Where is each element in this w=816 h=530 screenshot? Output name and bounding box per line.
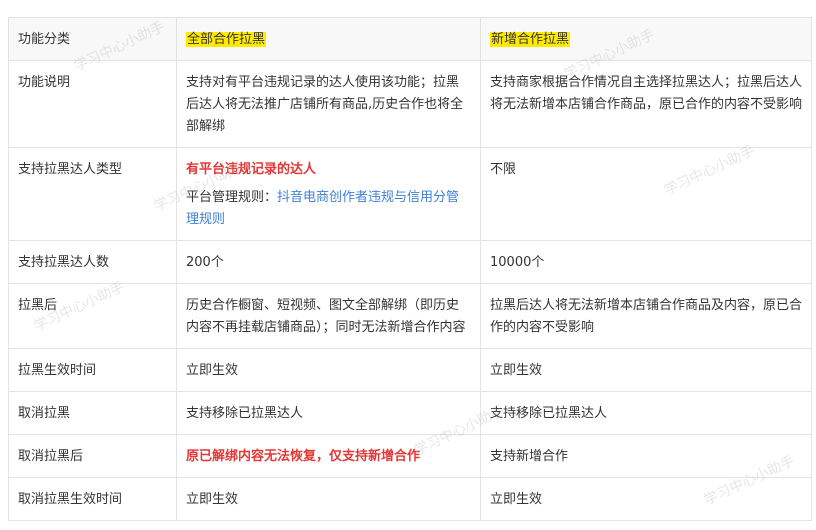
- rule-prefix: 平台管理规则：: [186, 190, 278, 205]
- table-row: 取消拉黑 支持移除已拉黑达人 支持移除已拉黑达人: [8, 391, 812, 435]
- cell-all-block: 历史合作橱窗、短视频、图文全部解绑（即历史内容不再挂载店铺商品）；同时无法新增合…: [176, 283, 481, 349]
- rule-note: 平台管理规则：抖音电商创作者违规与信用分管理规则: [186, 187, 471, 231]
- emphasis-text: 原已解绑内容无法恢复，仅支持新增合作: [186, 449, 421, 464]
- header-col-a-cell: 全部合作拉黑: [176, 17, 481, 61]
- cell-new-block: 不限: [480, 147, 812, 241]
- header-col-b: 新增合作拉黑: [490, 32, 571, 47]
- row-label: 支持拉黑达人数: [8, 240, 177, 284]
- cell-all-block: 原已解绑内容无法恢复，仅支持新增合作: [176, 434, 481, 478]
- header-row: 功能分类 全部合作拉黑 新增合作拉黑: [8, 17, 812, 61]
- cell-new-block: 立即生效: [480, 348, 812, 392]
- row-label: 取消拉黑: [8, 391, 177, 435]
- table-row: 取消拉黑后 原已解绑内容无法恢复，仅支持新增合作 支持新增合作: [8, 434, 812, 478]
- cell-new-block: 10000个: [480, 240, 812, 284]
- row-label: 拉黑生效时间: [8, 348, 177, 392]
- table-row: 功能说明 支持对有平台违规记录的达人使用该功能；拉黑后达人将无法推广店铺所有商品…: [8, 60, 812, 148]
- cell-all-block: 立即生效: [176, 348, 481, 392]
- cell-all-block: 有平台违规记录的达人 平台管理规则：抖音电商创作者违规与信用分管理规则: [176, 147, 481, 241]
- header-col-b-cell: 新增合作拉黑: [480, 17, 812, 61]
- table-row: 支持拉黑达人数 200个 10000个: [8, 240, 812, 284]
- emphasis-text: 有平台违规记录的达人: [186, 162, 317, 177]
- header-label-cell: 功能分类: [8, 17, 177, 61]
- table-row: 拉黑生效时间 立即生效 立即生效: [8, 348, 812, 392]
- table-row: 支持拉黑达人类型 有平台违规记录的达人 平台管理规则：抖音电商创作者违规与信用分…: [8, 147, 812, 241]
- cell-new-block: 支持商家根据合作情况自主选择拉黑达人；拉黑后达人将无法新增本店铺合作商品，原已合…: [480, 60, 812, 148]
- cell-new-block: 支持移除已拉黑达人: [480, 391, 812, 435]
- cell-all-block: 支持对有平台违规记录的达人使用该功能；拉黑后达人将无法推广店铺所有商品,历史合作…: [176, 60, 481, 148]
- row-label: 支持拉黑达人类型: [8, 147, 177, 241]
- row-label: 功能说明: [8, 60, 177, 148]
- row-label: 取消拉黑后: [8, 434, 177, 478]
- cell-new-block: 立即生效: [480, 477, 812, 521]
- row-label: 取消拉黑生效时间: [8, 477, 177, 521]
- header-col-a: 全部合作拉黑: [186, 32, 267, 47]
- comparison-table: 功能分类 全部合作拉黑 新增合作拉黑 功能说明 支持对有平台违规记录的达人使用该…: [8, 17, 812, 521]
- table-row: 拉黑后 历史合作橱窗、短视频、图文全部解绑（即历史内容不再挂载店铺商品）；同时无…: [8, 283, 812, 349]
- table-row: 取消拉黑生效时间 立即生效 立即生效: [8, 477, 812, 521]
- cell-new-block: 支持新增合作: [480, 434, 812, 478]
- cell-all-block: 200个: [176, 240, 481, 284]
- cell-all-block: 支持移除已拉黑达人: [176, 391, 481, 435]
- row-label: 拉黑后: [8, 283, 177, 349]
- header-label: 功能分类: [18, 32, 71, 47]
- cell-all-block: 立即生效: [176, 477, 481, 521]
- cell-new-block: 拉黑后达人将无法新增本店铺合作商品及内容，原已合作的内容不受影响: [480, 283, 812, 349]
